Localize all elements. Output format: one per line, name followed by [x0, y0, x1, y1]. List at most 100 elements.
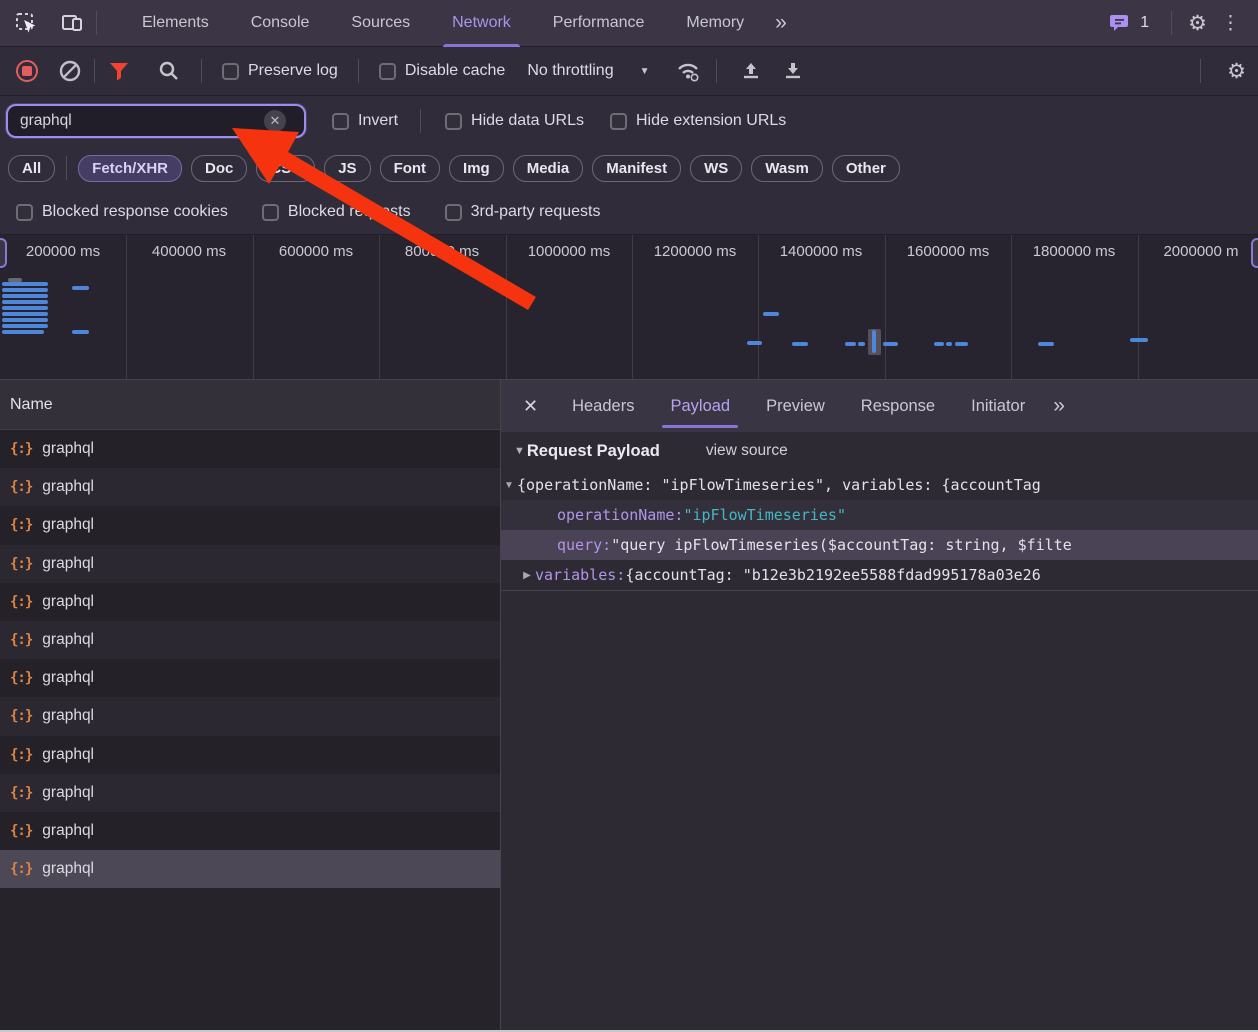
filter-chip-media[interactable]: Media — [512, 154, 584, 182]
table-row[interactable]: {:} graphql — [0, 582, 500, 621]
more-tabs-icon[interactable]: » — [765, 11, 797, 35]
filter-chip-css[interactable]: CSS — [256, 154, 316, 182]
payload-row[interactable]: ▶ variables: {accountTag: "b12e3b2192ee55… — [501, 560, 1258, 590]
request-detail-panel: ✕ Headers Payload Preview Response Initiator… — [501, 380, 1258, 1030]
more-detail-tabs-icon[interactable]: » — [1043, 394, 1075, 418]
filter-chip-all[interactable]: All — [8, 154, 56, 182]
checkbox[interactable] — [609, 112, 627, 130]
table-row[interactable]: {:} graphql — [0, 468, 500, 507]
checkbox[interactable] — [444, 203, 462, 221]
issues-message-icon[interactable] — [1106, 9, 1134, 37]
preserve-log-checkbox[interactable]: Preserve log — [222, 62, 338, 80]
filter-chip-img[interactable]: Img — [449, 154, 504, 182]
timeline-tick-label: 800000 ms — [404, 243, 480, 260]
checkbox[interactable] — [16, 203, 33, 221]
disclosure-triangle-icon[interactable]: ▼ — [501, 480, 517, 491]
tab-sources[interactable]: Sources — [330, 0, 431, 47]
overview-right-handle[interactable] — [1251, 238, 1258, 268]
tab-console[interactable]: Console — [230, 0, 331, 47]
payload-panel: ▼ Request Payload view source ▼ {operatio… — [501, 432, 1258, 591]
table-row[interactable]: {:} graphql — [0, 697, 500, 736]
payload-value: "ipFlowTimeseries" — [683, 506, 846, 524]
close-icon[interactable]: ✕ — [501, 396, 554, 417]
tab-network[interactable]: Network — [431, 0, 532, 47]
tab-elements[interactable]: Elements — [121, 0, 230, 47]
network-overview[interactable]: 200000 ms 400000 ms 600000 ms 800000 ms 1000… — [0, 235, 1258, 380]
checkbox[interactable] — [261, 203, 279, 221]
filter-chip-manifest[interactable]: Manifest — [592, 154, 682, 182]
tab-memory[interactable]: Memory — [665, 0, 765, 47]
table-row[interactable]: {:} graphql — [0, 544, 500, 583]
checkbox-blocked-response-cookies[interactable]: Blocked response cookies — [16, 203, 228, 221]
request-name: graphql — [42, 821, 95, 839]
device-toolbar-icon[interactable] — [58, 9, 86, 37]
table-row[interactable]: {:} graphql — [0, 430, 500, 469]
filter-chip-other[interactable]: Other — [831, 154, 900, 182]
request-name: graphql — [42, 592, 95, 610]
inspect-element-icon[interactable] — [12, 9, 40, 37]
hide-data-urls-checkbox[interactable]: Hide data URLs — [445, 112, 584, 130]
filter-chip-js[interactable]: JS — [324, 154, 371, 182]
overview-left-handle[interactable] — [0, 238, 7, 268]
clear-network-log-icon[interactable] — [56, 57, 84, 85]
throttling-dropdown[interactable]: No throttling ▼ — [527, 62, 649, 80]
table-row[interactable]: {:} graphql — [0, 811, 500, 851]
checkbox[interactable] — [445, 112, 463, 130]
collapse-triangle-icon[interactable]: ▼ — [514, 445, 525, 457]
network-conditions-icon[interactable] — [674, 57, 702, 85]
checkbox-label: Blocked requests — [287, 203, 411, 220]
detail-tab-response[interactable]: Response — [843, 381, 953, 431]
issues-count[interactable]: 1 — [1140, 14, 1149, 32]
hide-data-urls-label: Hide data URLs — [471, 112, 584, 129]
detail-tab-preview[interactable]: Preview — [748, 381, 843, 431]
disclosure-triangle-icon[interactable]: ▶ — [519, 570, 535, 581]
checkbox[interactable] — [378, 62, 396, 80]
blocked-filters-row: Blocked response cookies Blocked requests… — [0, 190, 1258, 235]
filter-chip-font[interactable]: Font — [379, 154, 441, 182]
kebab-menu-icon[interactable]: ⋮ — [1213, 12, 1248, 35]
detail-tab-headers[interactable]: Headers — [554, 381, 652, 431]
record-button[interactable] — [16, 60, 38, 82]
overview-request-bar — [1130, 338, 1148, 342]
hide-extension-urls-checkbox[interactable]: Hide extension URLs — [609, 112, 786, 130]
filter-input[interactable] — [8, 112, 264, 130]
selected-request-line — [872, 330, 876, 353]
payload-row[interactable]: operationName: "ipFlowTimeseries" — [501, 500, 1258, 530]
import-har-icon[interactable] — [737, 57, 765, 85]
tab-performance[interactable]: Performance — [532, 0, 666, 47]
overview-request-bar — [792, 342, 808, 346]
export-har-icon[interactable] — [779, 57, 807, 85]
settings-gear-icon[interactable]: ⚙ — [1188, 13, 1207, 34]
table-row[interactable]: {:} graphql — [0, 506, 500, 545]
table-row[interactable]: {:} graphql — [0, 659, 500, 698]
search-icon[interactable] — [155, 57, 183, 85]
clear-filter-icon[interactable]: ✕ — [264, 110, 286, 132]
payload-row[interactable]: ▼ {operationName: "ipFlowTimeseries", var… — [501, 470, 1258, 500]
filter-chip-wasm[interactable]: Wasm — [751, 154, 823, 182]
filter-input-box[interactable]: ✕ — [6, 104, 306, 138]
table-row[interactable]: {:} graphql — [0, 620, 500, 660]
invert-checkbox[interactable]: Invert — [332, 112, 398, 130]
name-column-header[interactable]: Name — [0, 380, 500, 430]
timeline-tick-label: 2000000 m — [1163, 243, 1239, 260]
overview-request-bar — [2, 288, 48, 292]
table-row[interactable]: {:} graphql — [0, 735, 500, 774]
filter-chip-fetchxhr[interactable]: Fetch/XHR — [78, 154, 183, 182]
checkbox-3rd-party-requests[interactable]: 3rd-party requests — [444, 203, 600, 221]
checkbox[interactable] — [332, 112, 349, 130]
checkbox-blocked-requests[interactable]: Blocked requests — [261, 203, 411, 221]
detail-tab-payload[interactable]: Payload — [652, 381, 748, 431]
request-name: graphql — [42, 860, 95, 878]
view-source-link[interactable]: view source — [706, 442, 788, 460]
table-row[interactable]: {:} graphql — [0, 773, 500, 812]
table-row[interactable]: {:} graphql — [0, 850, 500, 889]
network-settings-gear-icon[interactable]: ⚙ — [1227, 61, 1246, 82]
filter-chip-doc[interactable]: Doc — [191, 154, 248, 182]
payload-row[interactable]: query: "query ipFlowTimeseries($accountT… — [501, 530, 1258, 560]
detail-tab-initiator[interactable]: Initiator — [953, 381, 1043, 431]
filter-funnel-icon[interactable] — [105, 57, 133, 85]
request-payload-title: Request Payload — [526, 441, 660, 460]
checkbox[interactable] — [222, 62, 239, 80]
filter-chip-ws[interactable]: WS — [690, 154, 743, 182]
disable-cache-checkbox[interactable]: Disable cache — [378, 62, 505, 80]
